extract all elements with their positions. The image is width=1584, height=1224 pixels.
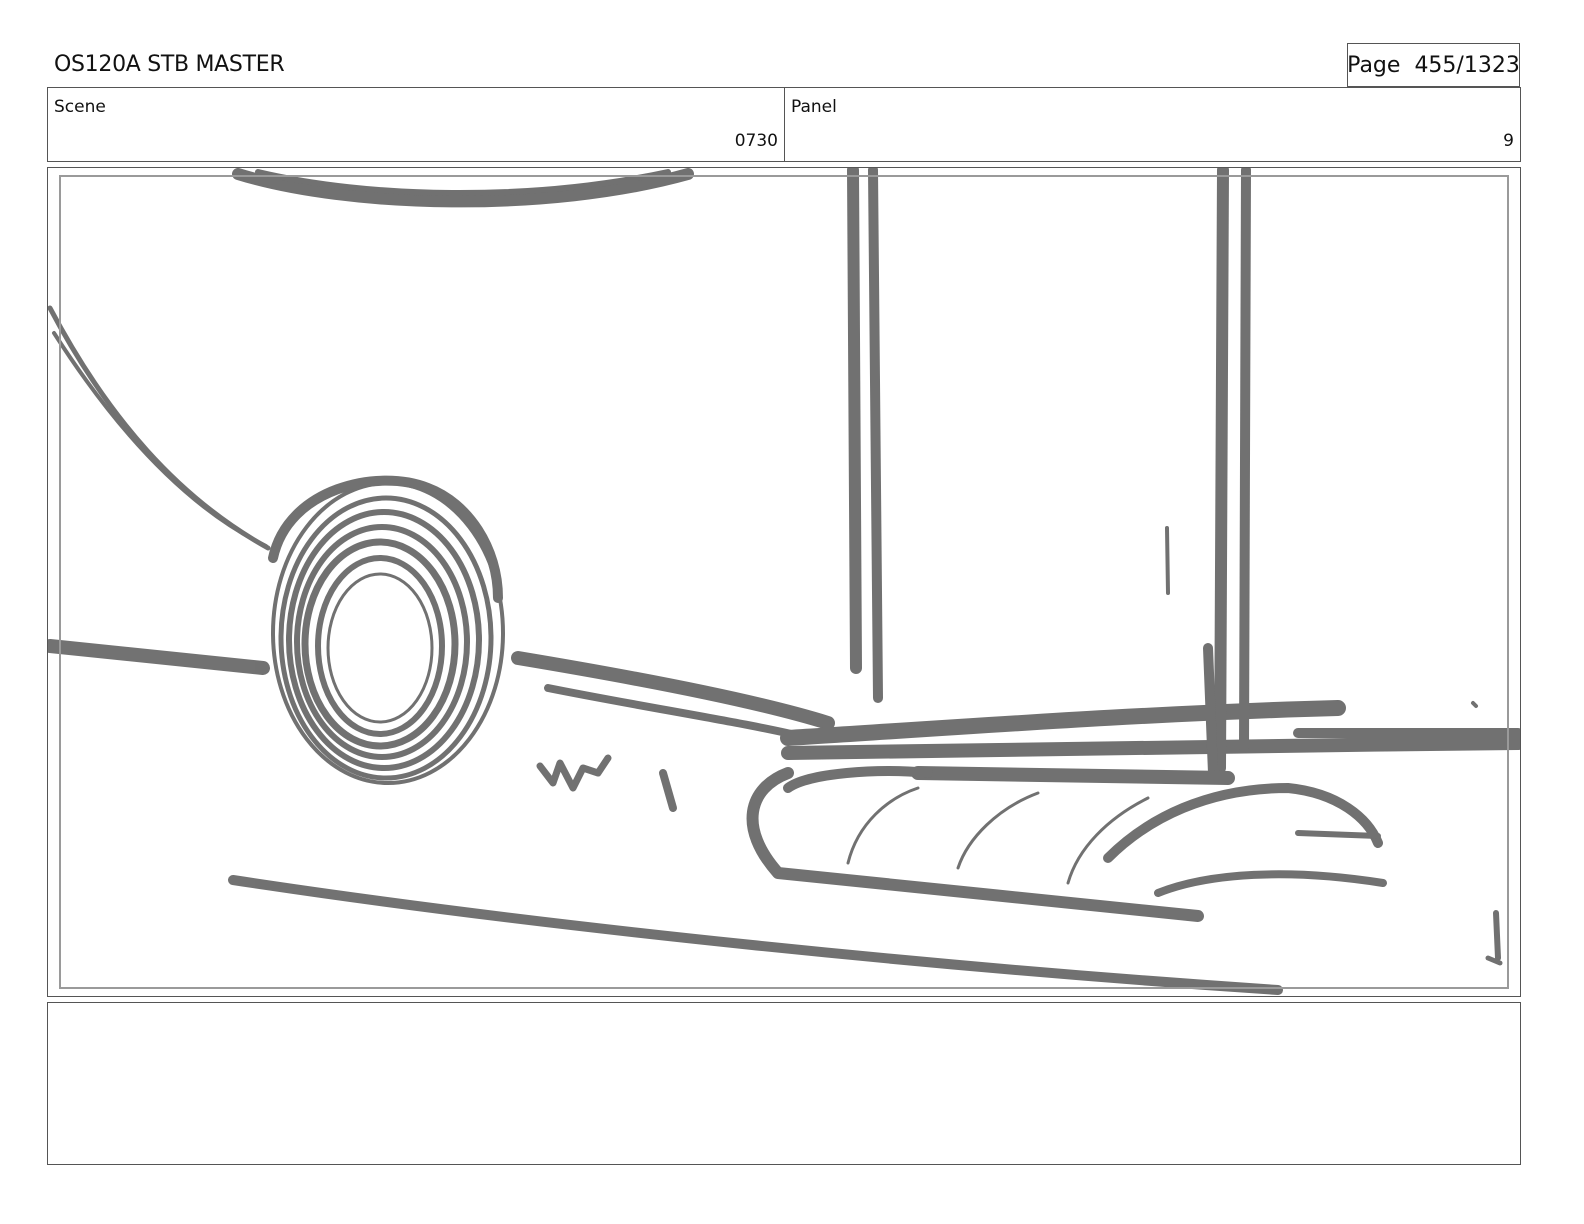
storyboard-safe-area	[59, 175, 1509, 989]
panel-label: Panel	[791, 97, 837, 117]
page-indicator: Page 455/1323	[1347, 43, 1520, 87]
notes-box[interactable]	[47, 1002, 1521, 1165]
panel-cell: Panel 9	[785, 88, 1520, 161]
scene-panel-info: Scene 0730 Panel 9	[47, 87, 1521, 162]
panel-number: 9	[1503, 131, 1514, 151]
scene-cell: Scene 0730	[48, 88, 785, 161]
page-number: 455/1323	[1414, 52, 1520, 78]
scene-number: 0730	[734, 131, 778, 151]
page-label: Page	[1347, 52, 1401, 78]
scene-label: Scene	[54, 97, 106, 117]
document-title: OS120A STB MASTER	[54, 52, 285, 77]
